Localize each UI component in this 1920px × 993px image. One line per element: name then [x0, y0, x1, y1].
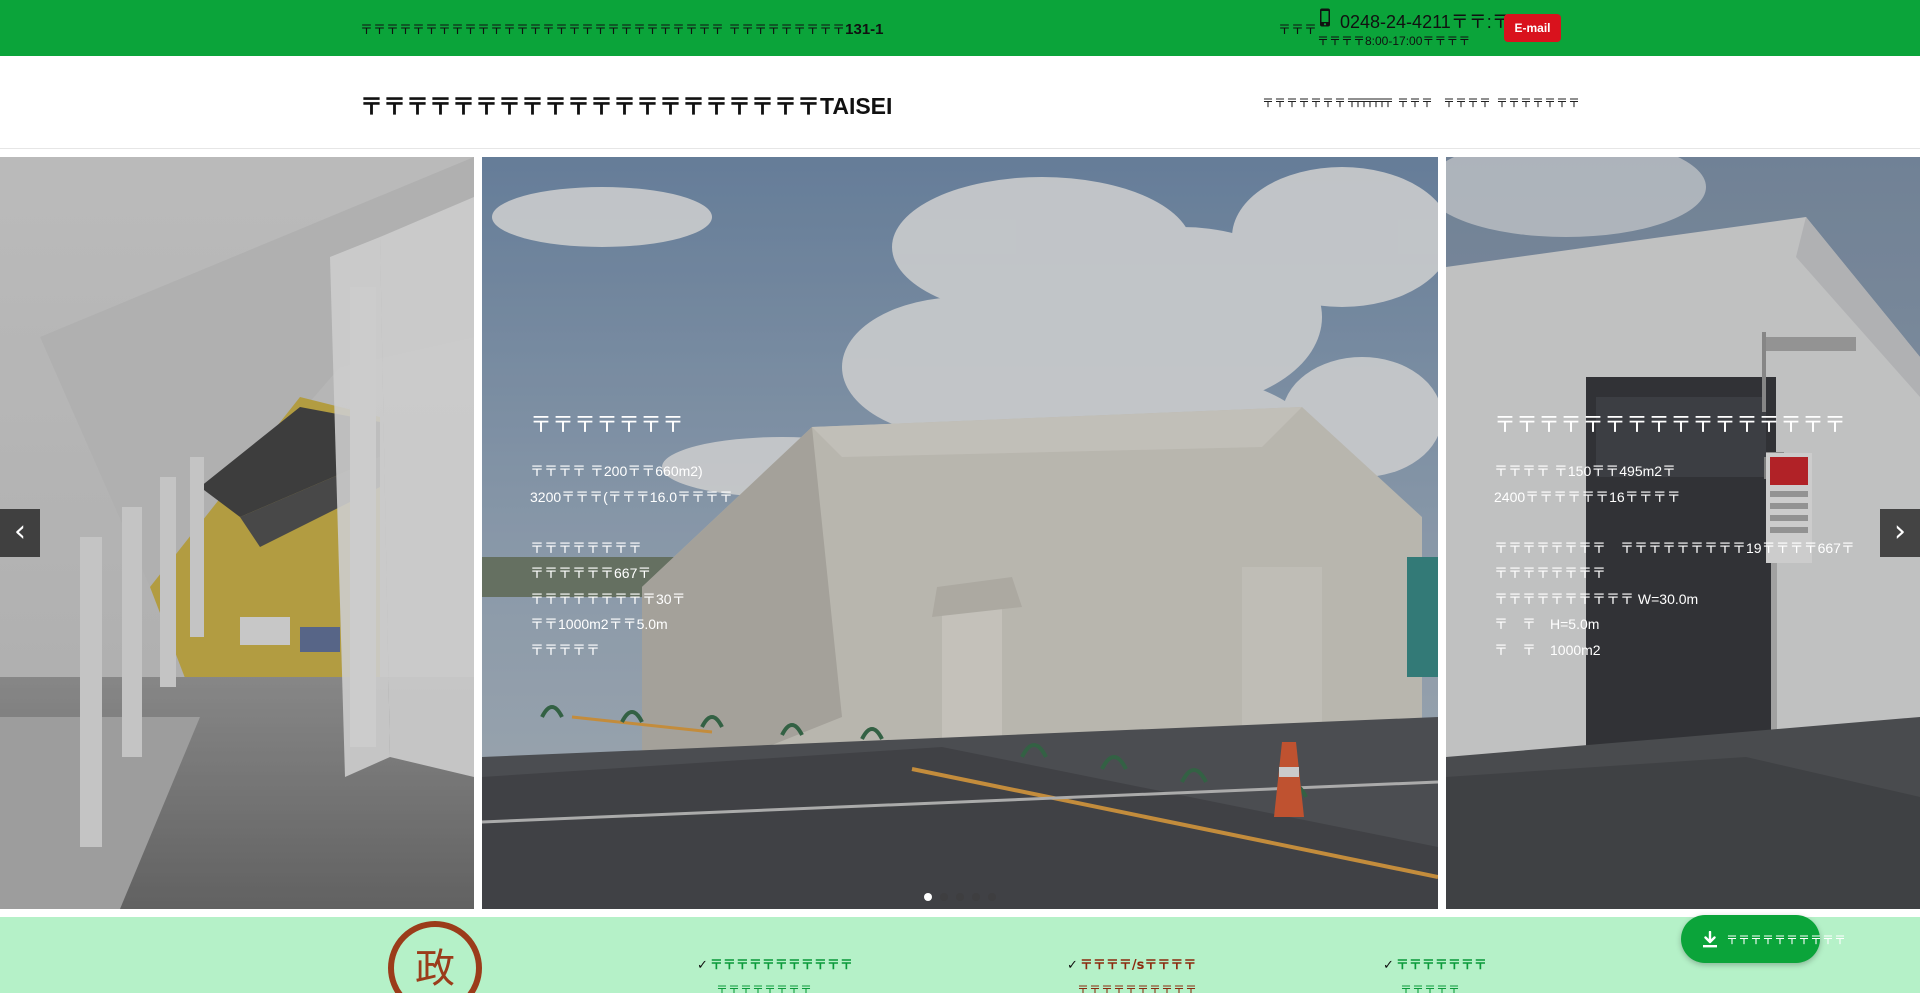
- nav-item-3[interactable]: 〒〒〒: [1397, 94, 1433, 111]
- tel-label: 〒〒〒: [1278, 23, 1318, 38]
- feature-label-3: 〒〒〒〒〒〒〒: [1395, 958, 1487, 973]
- slide-2-title: 〒〒〒〒〒〒〒〒〒〒〒〒〒〒〒〒: [1494, 412, 1847, 437]
- slider-next-arrow[interactable]: ›: [1880, 509, 1920, 557]
- slide-1-line: 〒〒〒〒 〒200〒〒660m2): [530, 463, 703, 479]
- slide-prev-preview[interactable]: [0, 157, 474, 909]
- company-address: 〒〒〒〒〒〒〒〒〒〒〒〒〒〒〒〒〒〒〒〒〒〒〒〒〒〒〒〒 〒〒〒〒〒〒〒〒〒13…: [360, 21, 884, 38]
- site-header: 〒〒〒〒〒〒〒〒〒〒〒〒〒〒〒〒〒〒〒〒TAISEI 〒〒〒〒〒〒〒〒〒〒〒 〒…: [0, 56, 1920, 149]
- download-icon: [1703, 931, 1717, 948]
- features-band: 政 ✓ 〒〒〒〒〒〒〒〒〒〒〒 〒〒〒〒〒〒〒〒 ✓ 〒〒〒〒/s〒〒〒〒 〒〒〒〒…: [0, 917, 1920, 993]
- slide-2-line: 〒 〒 1000m2: [1494, 641, 1601, 658]
- slide-2-line: 〒〒〒〒〒〒〒〒〒〒 W=30.0m: [1494, 590, 1699, 607]
- slide-1-line: 〒〒1000m2〒〒5.0m: [530, 616, 668, 632]
- slide-2-line: 〒〒〒〒 〒150〒〒495m2〒: [1494, 463, 1677, 479]
- slider-prev-arrow[interactable]: ‹: [0, 509, 40, 557]
- download-label: 〒〒〒〒〒〒〒〒〒〒: [1726, 933, 1847, 947]
- nav-item-5[interactable]: 〒〒〒〒〒〒〒: [1496, 94, 1580, 111]
- hero-slider: 〒〒〒〒〒〒〒 〒〒〒〒 〒200〒〒660m2) 3200〒〒〒(〒〒〒16.…: [0, 157, 1920, 909]
- slide-1-line: 〒〒〒〒〒: [530, 641, 600, 658]
- slider-dot-3[interactable]: [956, 893, 964, 901]
- feature-label-1: 〒〒〒〒〒〒〒〒〒〒〒: [709, 958, 853, 973]
- feature-sub-2: 〒〒〒〒〒〒〒〒〒〒: [1077, 983, 1198, 993]
- slide-1-title: 〒〒〒〒〒〒〒: [530, 412, 685, 437]
- mobile-phone-icon: [1320, 8, 1330, 27]
- slide-1-line: 〒〒〒〒〒〒〒〒〒30〒: [530, 590, 686, 607]
- slide-1-line: 〒〒〒〒〒〒〒〒: [530, 539, 642, 556]
- check-icon: ✓: [1383, 958, 1394, 973]
- slide-1-line: 3200〒〒〒(〒〒〒16.0〒〒〒〒: [530, 488, 734, 505]
- site-logo[interactable]: 〒〒〒〒〒〒〒〒〒〒〒〒〒〒〒〒〒〒〒〒TAISEI: [360, 87, 892, 121]
- slider-dot-2[interactable]: [940, 893, 948, 901]
- slider-dot-4[interactable]: [972, 893, 980, 901]
- business-hours: 〒〒〒〒8:00-17:00〒〒〒〒: [1317, 34, 1471, 48]
- feature-item-3: ✓ 〒〒〒〒〒〒〒: [1383, 954, 1487, 973]
- seal-character: 政: [415, 946, 455, 992]
- feature-sub-3: 〒〒〒〒〒: [1400, 983, 1461, 993]
- slide-shade: [0, 157, 474, 909]
- slide-caption-1: 〒〒〒〒〒〒〒 〒〒〒〒 〒200〒〒660m2) 3200〒〒〒(〒〒〒16.…: [530, 407, 733, 663]
- slide-1-line: [530, 510, 733, 536]
- slide-active[interactable]: 〒〒〒〒〒〒〒 〒〒〒〒 〒200〒〒660m2) 3200〒〒〒(〒〒〒16.…: [482, 157, 1438, 909]
- download-button[interactable]: 〒〒〒〒〒〒〒〒〒〒: [1681, 915, 1846, 963]
- slide-caption-2: 〒〒〒〒〒〒〒〒〒〒〒〒〒〒〒〒 〒〒〒〒 〒150〒〒495m2〒 2400〒…: [1494, 407, 1855, 663]
- email-button[interactable]: E-mail: [1504, 14, 1561, 42]
- slide-2-line: 2400〒〒〒〒〒〒16〒〒〒〒: [1494, 488, 1681, 505]
- slide-2-line: 〒〒〒〒〒〒〒〒: [1494, 565, 1606, 581]
- check-icon: ✓: [1067, 958, 1078, 973]
- phone-number[interactable]: 0248-24-4211〒〒:〒〒: [1340, 8, 1528, 34]
- nav-item-4[interactable]: 〒〒〒〒: [1443, 94, 1491, 111]
- slide-2-line: 〒〒〒〒〒〒〒〒 〒〒〒〒〒〒〒〒〒19〒〒〒〒667〒: [1494, 539, 1855, 556]
- feature-label-2: 〒〒〒〒/s〒〒〒〒: [1079, 958, 1197, 973]
- nav-item-2[interactable]: 〒〒〒: [1352, 94, 1388, 111]
- top-info-bar: 〒〒〒〒〒〒〒〒〒〒〒〒〒〒〒〒〒〒〒〒〒〒〒〒〒〒〒〒 〒〒〒〒〒〒〒〒〒13…: [0, 0, 1920, 56]
- company-seal-logo: 政: [388, 921, 482, 993]
- slider-dot-1[interactable]: [924, 893, 932, 901]
- slide-1-line: 〒〒〒〒〒〒667〒: [530, 565, 652, 581]
- slide-next-preview[interactable]: 〒〒〒〒〒〒〒〒〒〒〒〒〒〒〒〒 〒〒〒〒 〒150〒〒495m2〒 2400〒…: [1446, 157, 1920, 909]
- slide-2-line: [1494, 510, 1855, 536]
- feature-item-1: ✓ 〒〒〒〒〒〒〒〒〒〒〒: [697, 954, 853, 973]
- feature-item-2: ✓ 〒〒〒〒/s〒〒〒〒: [1067, 954, 1196, 973]
- check-icon: ✓: [697, 958, 708, 973]
- address-number: 131-1: [845, 21, 884, 38]
- slide-2-line: 〒 〒 H=5.0m: [1494, 616, 1600, 632]
- slider-dot-5[interactable]: [988, 893, 996, 901]
- feature-sub-1: 〒〒〒〒〒〒〒〒: [716, 983, 813, 993]
